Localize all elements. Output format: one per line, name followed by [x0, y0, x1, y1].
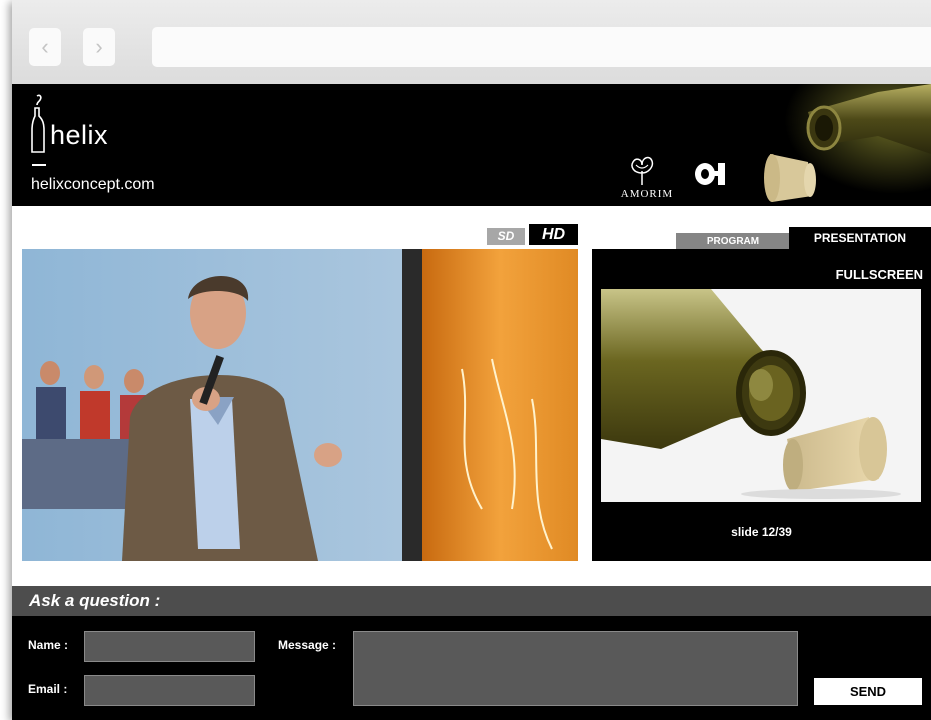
email-field[interactable] [84, 675, 255, 706]
message-field[interactable] [353, 631, 798, 706]
video-player[interactable] [22, 249, 578, 561]
amorim-logo: AMORIM [620, 188, 674, 200]
chevron-right-icon: › [95, 34, 103, 59]
back-button[interactable]: ‹ [29, 28, 61, 66]
ask-question-header: Ask a question : [12, 586, 931, 616]
forward-button[interactable]: › [83, 28, 115, 66]
current-slide[interactable] [601, 289, 921, 502]
tab-presentation[interactable]: PRESENTATION [789, 227, 931, 249]
send-button[interactable]: SEND [814, 678, 922, 705]
speaker-video-frame [22, 249, 578, 561]
logo-divider [32, 164, 46, 166]
fullscreen-button[interactable]: FULLSCREEN [836, 267, 923, 282]
site-header: helix helixconcept.com AMORIM [12, 84, 931, 206]
bottle-and-cork-slide-image [601, 289, 921, 502]
chevron-left-icon: ‹ [41, 34, 49, 59]
tab-program[interactable]: PROGRAM [676, 233, 790, 250]
browser-toolbar: ‹ › [12, 0, 931, 84]
email-label: Email : [28, 682, 68, 696]
question-form: Name : Email : Message : SEND [12, 616, 931, 720]
name-field[interactable] [84, 631, 255, 662]
ask-question-title: Ask a question : [29, 591, 161, 610]
sd-quality-button[interactable]: SD [487, 228, 525, 245]
amorim-tree-icon [631, 156, 654, 185]
message-label: Message : [278, 638, 337, 652]
name-label: Name : [28, 638, 69, 652]
wine-bottle-header-image [748, 84, 931, 206]
site-url: helixconcept.com [31, 176, 155, 193]
page-content: helix helixconcept.com AMORIM SD HD PROG… [12, 84, 931, 720]
address-bar[interactable] [152, 27, 931, 67]
logo-wordmark[interactable]: helix [50, 120, 108, 151]
bottle-logo-icon [31, 94, 45, 153]
oi-logo [695, 163, 725, 185]
presentation-panel: FULLSCREEN slide 12/39 [592, 249, 931, 561]
hd-quality-button[interactable]: HD [529, 224, 578, 245]
slide-counter: slide 12/39 [731, 525, 792, 539]
